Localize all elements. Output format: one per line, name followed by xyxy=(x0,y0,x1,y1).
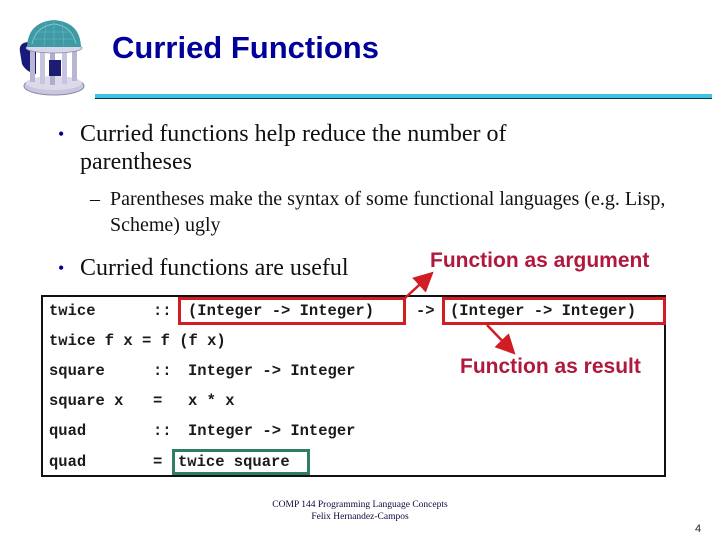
footer-author: Felix Hernandez-Campos xyxy=(311,512,409,522)
bullet-dot-icon: • xyxy=(58,124,65,144)
code-identifier: quad xyxy=(49,422,87,440)
old-well-logo-icon xyxy=(19,20,85,96)
sub-bullet-text: Parentheses make the syntax of some func… xyxy=(110,188,666,236)
code-type: Integer -> Integer xyxy=(188,422,356,440)
callout-function-as-argument: Function as argument xyxy=(430,249,650,272)
code-expression: x * x xyxy=(188,392,235,410)
code-line: twice f x = f (f x) xyxy=(49,332,226,350)
code-identifier: twice xyxy=(49,302,96,320)
slide-footer: COMP 144 Programming Language Concepts F… xyxy=(240,499,480,523)
code-type: Integer -> Integer xyxy=(188,362,356,380)
code-identifier: square x xyxy=(49,392,124,410)
code-operator: = xyxy=(153,392,163,410)
bullet-item: • Curried functions help reduce the numb… xyxy=(58,120,618,176)
dash-icon: – xyxy=(90,188,100,210)
code-operator: = xyxy=(153,453,163,471)
code-expression: twice square xyxy=(178,453,290,471)
slide-title: Curried Functions xyxy=(112,30,379,65)
code-arrow: -> xyxy=(416,302,435,320)
code-operator: :: xyxy=(153,422,172,440)
bullet-dot-icon: • xyxy=(58,258,65,278)
code-type-argument: (Integer -> Integer) xyxy=(188,302,375,320)
code-identifier: square xyxy=(49,362,105,380)
page-number: 4 xyxy=(695,523,702,535)
bullet-text: Curried functions are useful xyxy=(80,255,349,281)
code-type-result: (Integer -> Integer) xyxy=(450,302,637,320)
footer-course: COMP 144 Programming Language Concepts xyxy=(272,500,448,510)
code-identifier: quad xyxy=(49,453,87,471)
bullet-text: Curried functions help reduce the number… xyxy=(80,121,507,175)
sub-bullet-item: – Parentheses make the syntax of some fu… xyxy=(90,186,690,238)
code-operator: :: xyxy=(153,302,172,320)
code-operator: :: xyxy=(153,362,172,380)
title-underline-divider xyxy=(95,94,712,99)
bullet-item: • Curried functions are useful xyxy=(58,254,438,282)
